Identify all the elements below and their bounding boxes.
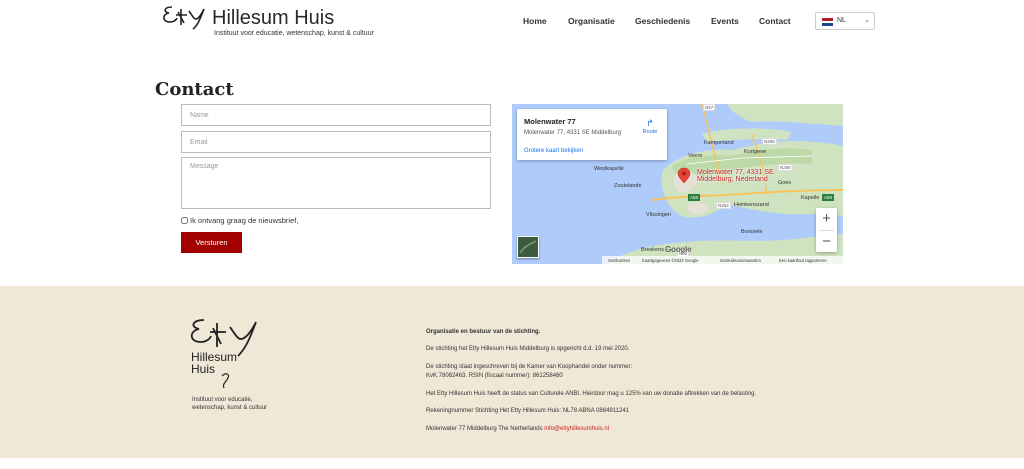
zoom-control: + − — [816, 208, 837, 252]
bottom-strip — [0, 458, 1024, 469]
place-westkapelle: Westkapelle — [594, 166, 624, 172]
language-select[interactable]: NL ⌄ — [815, 12, 875, 30]
attribution-terms[interactable]: Gebruiksvoorwaarden — [720, 258, 761, 263]
route-button[interactable]: ↱ Route — [640, 118, 660, 135]
footer-kvk-line1: De stichting staat ingeschreven bij de K… — [426, 364, 633, 370]
nl-flag-icon — [822, 18, 833, 26]
road-n256: N256 — [778, 164, 793, 171]
info-address: Molenwater 77, 4331 SE Middelburg — [524, 130, 622, 136]
nav-home[interactable]: Home — [523, 16, 547, 26]
footer-address: Molenwater 77 Middelburg The Netherlands… — [426, 425, 609, 434]
map-info-card: Molenwater 77 Molenwater 77, 4331 SE Mid… — [517, 109, 667, 160]
pin-label-line1: Molenwater 77, 4331 SE — [697, 169, 774, 176]
google-logo: Google — [665, 245, 692, 254]
road-n254: N254 — [716, 202, 731, 209]
route-label: Route — [642, 129, 658, 135]
footer-heading: Organisatie en bestuur van de stichting. — [426, 329, 541, 335]
chevron-down-icon: ⌄ — [864, 17, 870, 24]
place-goes: Goes — [778, 180, 792, 186]
place-breskens: Breskens — [641, 247, 664, 253]
site-logo[interactable]: Hillesum Huis Instituut voor educatie, w… — [160, 3, 390, 41]
footer-logo-sub1: Instituut voor educatie, — [192, 397, 253, 403]
place-heinkenszand: Heinkenszand — [734, 202, 769, 208]
message-textarea[interactable] — [181, 157, 491, 209]
footer-bank: Rekeningnummer Stichting Het Etty Hilles… — [426, 408, 629, 414]
nav-contact[interactable]: Contact — [759, 16, 791, 26]
attribution-report[interactable]: Een kaartfout rapporteren — [779, 258, 827, 263]
footer-email-link[interactable]: info@ettyhillesumhuis.nl — [544, 426, 609, 432]
logo-subtitle: Instituut voor educatie, wetenschap, kun… — [214, 30, 374, 37]
map-pin-label[interactable]: Molenwater 77, 4331 SE Middelburg, Neder… — [697, 169, 774, 183]
nav-geschiedenis[interactable]: Geschiedenis — [635, 16, 690, 26]
place-vlissingen: Vlissingen — [646, 212, 672, 218]
road-a58: A58 — [688, 194, 701, 201]
footer-founded: De stichting het Etty Hillesum Huis Midd… — [426, 346, 630, 352]
map-attribution: Sneltoetsen Kaartgegevens ©2022 Google G… — [602, 256, 843, 264]
name-input[interactable] — [181, 104, 491, 126]
footer-logo-line2: Huis — [191, 362, 216, 376]
logo-title: Hillesum Huis — [212, 7, 335, 29]
attribution-data: Kaartgegevens ©2022 Google — [642, 258, 699, 263]
newsletter-checkbox[interactable] — [181, 217, 188, 224]
newsletter-option[interactable]: Ik ontvang graag de nieuwsbrief, — [181, 216, 298, 225]
place-kamperland: Kamperland — [704, 140, 734, 146]
footer-logo: Hillesum Huis Instituut voor educatie, w… — [186, 314, 296, 414]
place-veere: Veere — [688, 153, 703, 159]
footer-address-text: Molenwater 77 Middelburg The Netherlands — [426, 426, 543, 432]
language-code: NL — [837, 17, 846, 24]
satellite-toggle[interactable] — [517, 236, 539, 258]
signature-logo-icon — [163, 6, 205, 30]
directions-icon: ↱ — [646, 118, 654, 128]
road-n57: N57 — [703, 104, 716, 111]
nav-events[interactable]: Events — [711, 16, 739, 26]
submit-button[interactable]: Versturen — [181, 232, 242, 253]
info-title: Molenwater 77 — [524, 117, 576, 126]
email-input[interactable] — [181, 131, 491, 153]
site-footer: Hillesum Huis Instituut voor educatie, w… — [0, 286, 1024, 458]
zoom-out-button[interactable]: − — [816, 231, 837, 252]
pin-label-line2: Middelburg, Nederland — [697, 176, 768, 183]
larger-map-link[interactable]: Grotere kaart bekijken — [524, 148, 583, 154]
site-header: Hillesum Huis Instituut voor educatie, w… — [0, 0, 1024, 45]
zoom-in-button[interactable]: + — [816, 208, 837, 229]
nav-organisatie[interactable]: Organisatie — [568, 16, 615, 26]
place-zoutelande: Zoutelande — [614, 183, 642, 189]
attribution-shortcuts[interactable]: Sneltoetsen — [608, 258, 630, 263]
footer-kvk-line2: KvK.78082463. RSIN (fiscaal nummer): 861… — [426, 373, 563, 379]
footer-anbi: Het Etty Hillesum Huis heeft de status v… — [426, 391, 757, 397]
road-a58-east: A58 — [822, 194, 835, 201]
google-map[interactable]: N57 N255 N256 N254 A58 A58 N62 Westkapel… — [512, 104, 843, 264]
place-borssele: Borssele — [741, 229, 763, 235]
page-title: Contact — [155, 79, 234, 100]
place-kortgene: Kortgene — [744, 149, 767, 155]
newsletter-label: Ik ontvang graag de nieuwsbrief, — [190, 216, 299, 225]
road-n255: N255 — [762, 138, 777, 145]
satellite-thumbnail-icon — [518, 237, 538, 257]
place-kapelle: Kapelle — [801, 195, 820, 201]
footer-logo-sub2: wetenschap, kunst & cultuur — [192, 405, 268, 411]
